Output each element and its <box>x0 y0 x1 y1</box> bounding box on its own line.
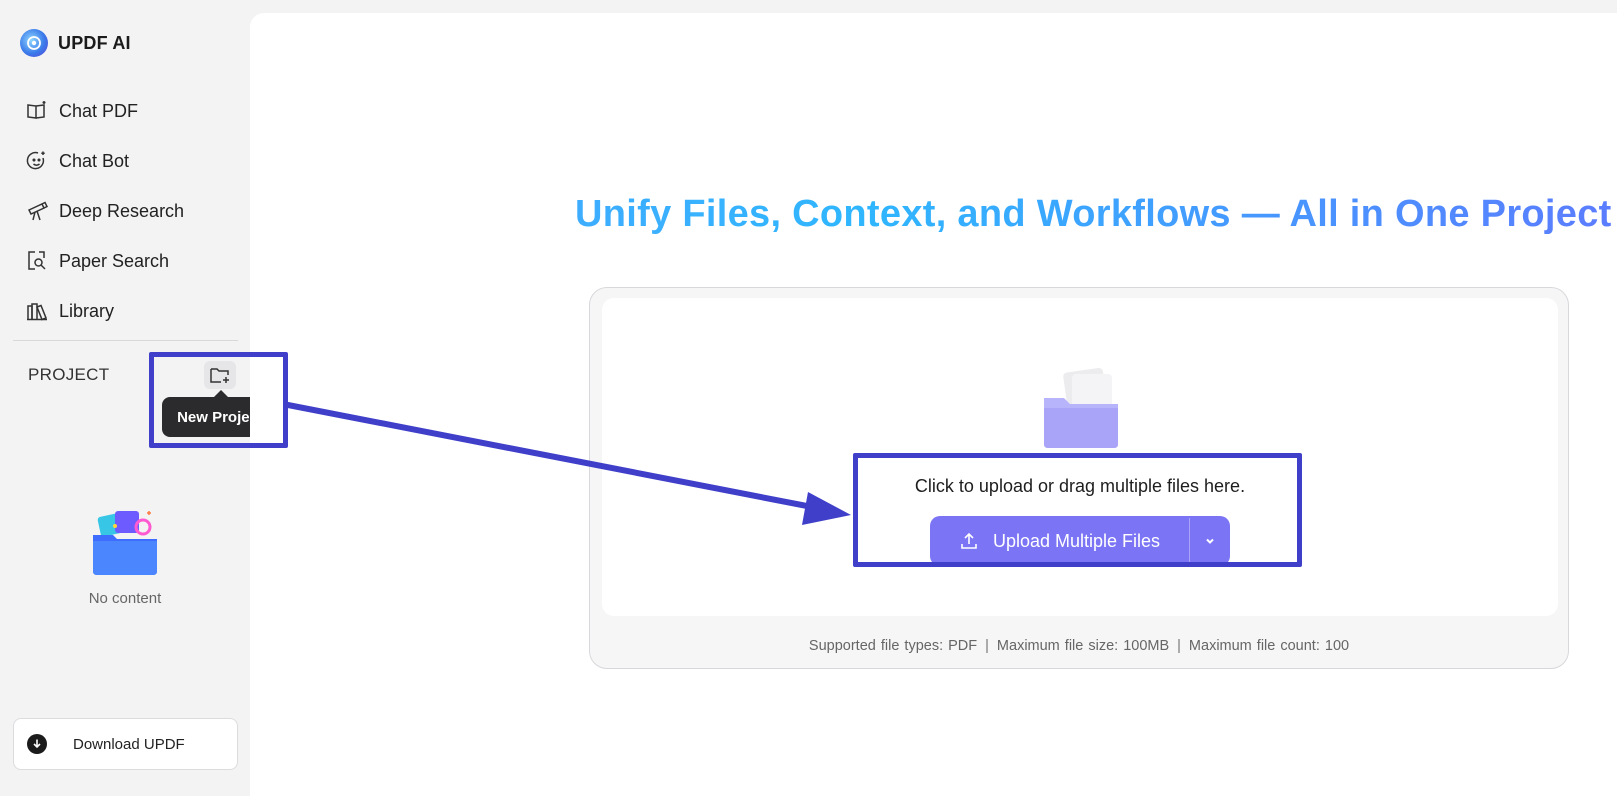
download-label: Download UPDF <box>73 735 185 753</box>
upload-options-dropdown[interactable] <box>1190 516 1230 566</box>
upload-card: Click to upload or drag multiple files h… <box>589 287 1569 669</box>
sidebar-item-deep-research[interactable]: Deep Research <box>14 186 239 236</box>
sidebar-item-label: Paper Search <box>59 250 170 271</box>
empty-state-text: No content <box>88 590 162 607</box>
upload-multiple-files-button[interactable]: Upload Multiple Files <box>930 516 1189 566</box>
folder-plus-icon <box>210 368 229 383</box>
sidebar-item-library[interactable]: Library <box>14 286 239 336</box>
sidebar-item-label: Chat Bot <box>59 150 130 171</box>
separator: | <box>985 638 989 654</box>
separator: | <box>1177 638 1181 654</box>
file-drop-zone[interactable]: Click to upload or drag multiple files h… <box>602 298 1558 616</box>
upload-button-group: Upload Multiple Files <box>930 516 1230 566</box>
project-label: PROJECT <box>28 365 110 384</box>
brand[interactable]: UPDF AI <box>20 28 131 58</box>
empty-folder-illustration-icon <box>93 511 157 575</box>
sidebar-item-paper-search[interactable]: Paper Search <box>14 236 239 286</box>
book-sparkle-icon <box>25 99 49 123</box>
chevron-down-icon <box>1206 538 1214 544</box>
bot-face-icon <box>25 149 49 173</box>
max-file-size: Maximum file size: 100MB <box>996 638 1170 654</box>
app-title: UPDF AI <box>58 32 131 53</box>
sidebar-item-label: Library <box>59 300 115 321</box>
empty-state: No content <box>70 505 180 607</box>
telescope-icon <box>25 199 49 223</box>
max-file-count: Maximum file count: 100 <box>1188 638 1350 654</box>
sidebar-item-chat-bot[interactable]: Chat Bot <box>14 136 239 186</box>
sidebar-item-chat-pdf[interactable]: Chat PDF <box>14 86 239 136</box>
upload-icon <box>961 532 977 549</box>
library-books-icon <box>25 299 49 323</box>
download-icon <box>27 734 47 754</box>
page-headline: Unify Files, Context, and Workflows — Al… <box>250 193 1617 236</box>
project-section-header: PROJECT <box>28 361 238 389</box>
supported-file-info: Supported file types: PDF | Maximum file s… <box>590 638 1568 654</box>
download-updf-button[interactable]: Download UPDF <box>13 718 238 770</box>
sidebar: UPDF AI Chat PDF Chat Bot Deep Research … <box>0 0 278 796</box>
updf-logo-icon <box>20 29 48 57</box>
sidebar-divider <box>13 340 238 341</box>
folder-illustration-icon <box>1044 367 1118 448</box>
sidebar-item-label: Chat PDF <box>59 100 139 121</box>
sidebar-nav: Chat PDF Chat Bot Deep Research Paper Se… <box>14 86 239 336</box>
new-project-button[interactable] <box>204 361 236 389</box>
upload-button-label: Upload Multiple Files <box>992 530 1161 551</box>
main-panel: Unify Files, Context, and Workflows — Al… <box>250 13 1617 796</box>
sidebar-item-label: Deep Research <box>59 200 185 221</box>
supported-types: Supported file types: PDF <box>808 638 978 654</box>
document-search-icon <box>25 249 49 273</box>
upload-instruction: Click to upload or drag multiple files h… <box>914 476 1246 496</box>
